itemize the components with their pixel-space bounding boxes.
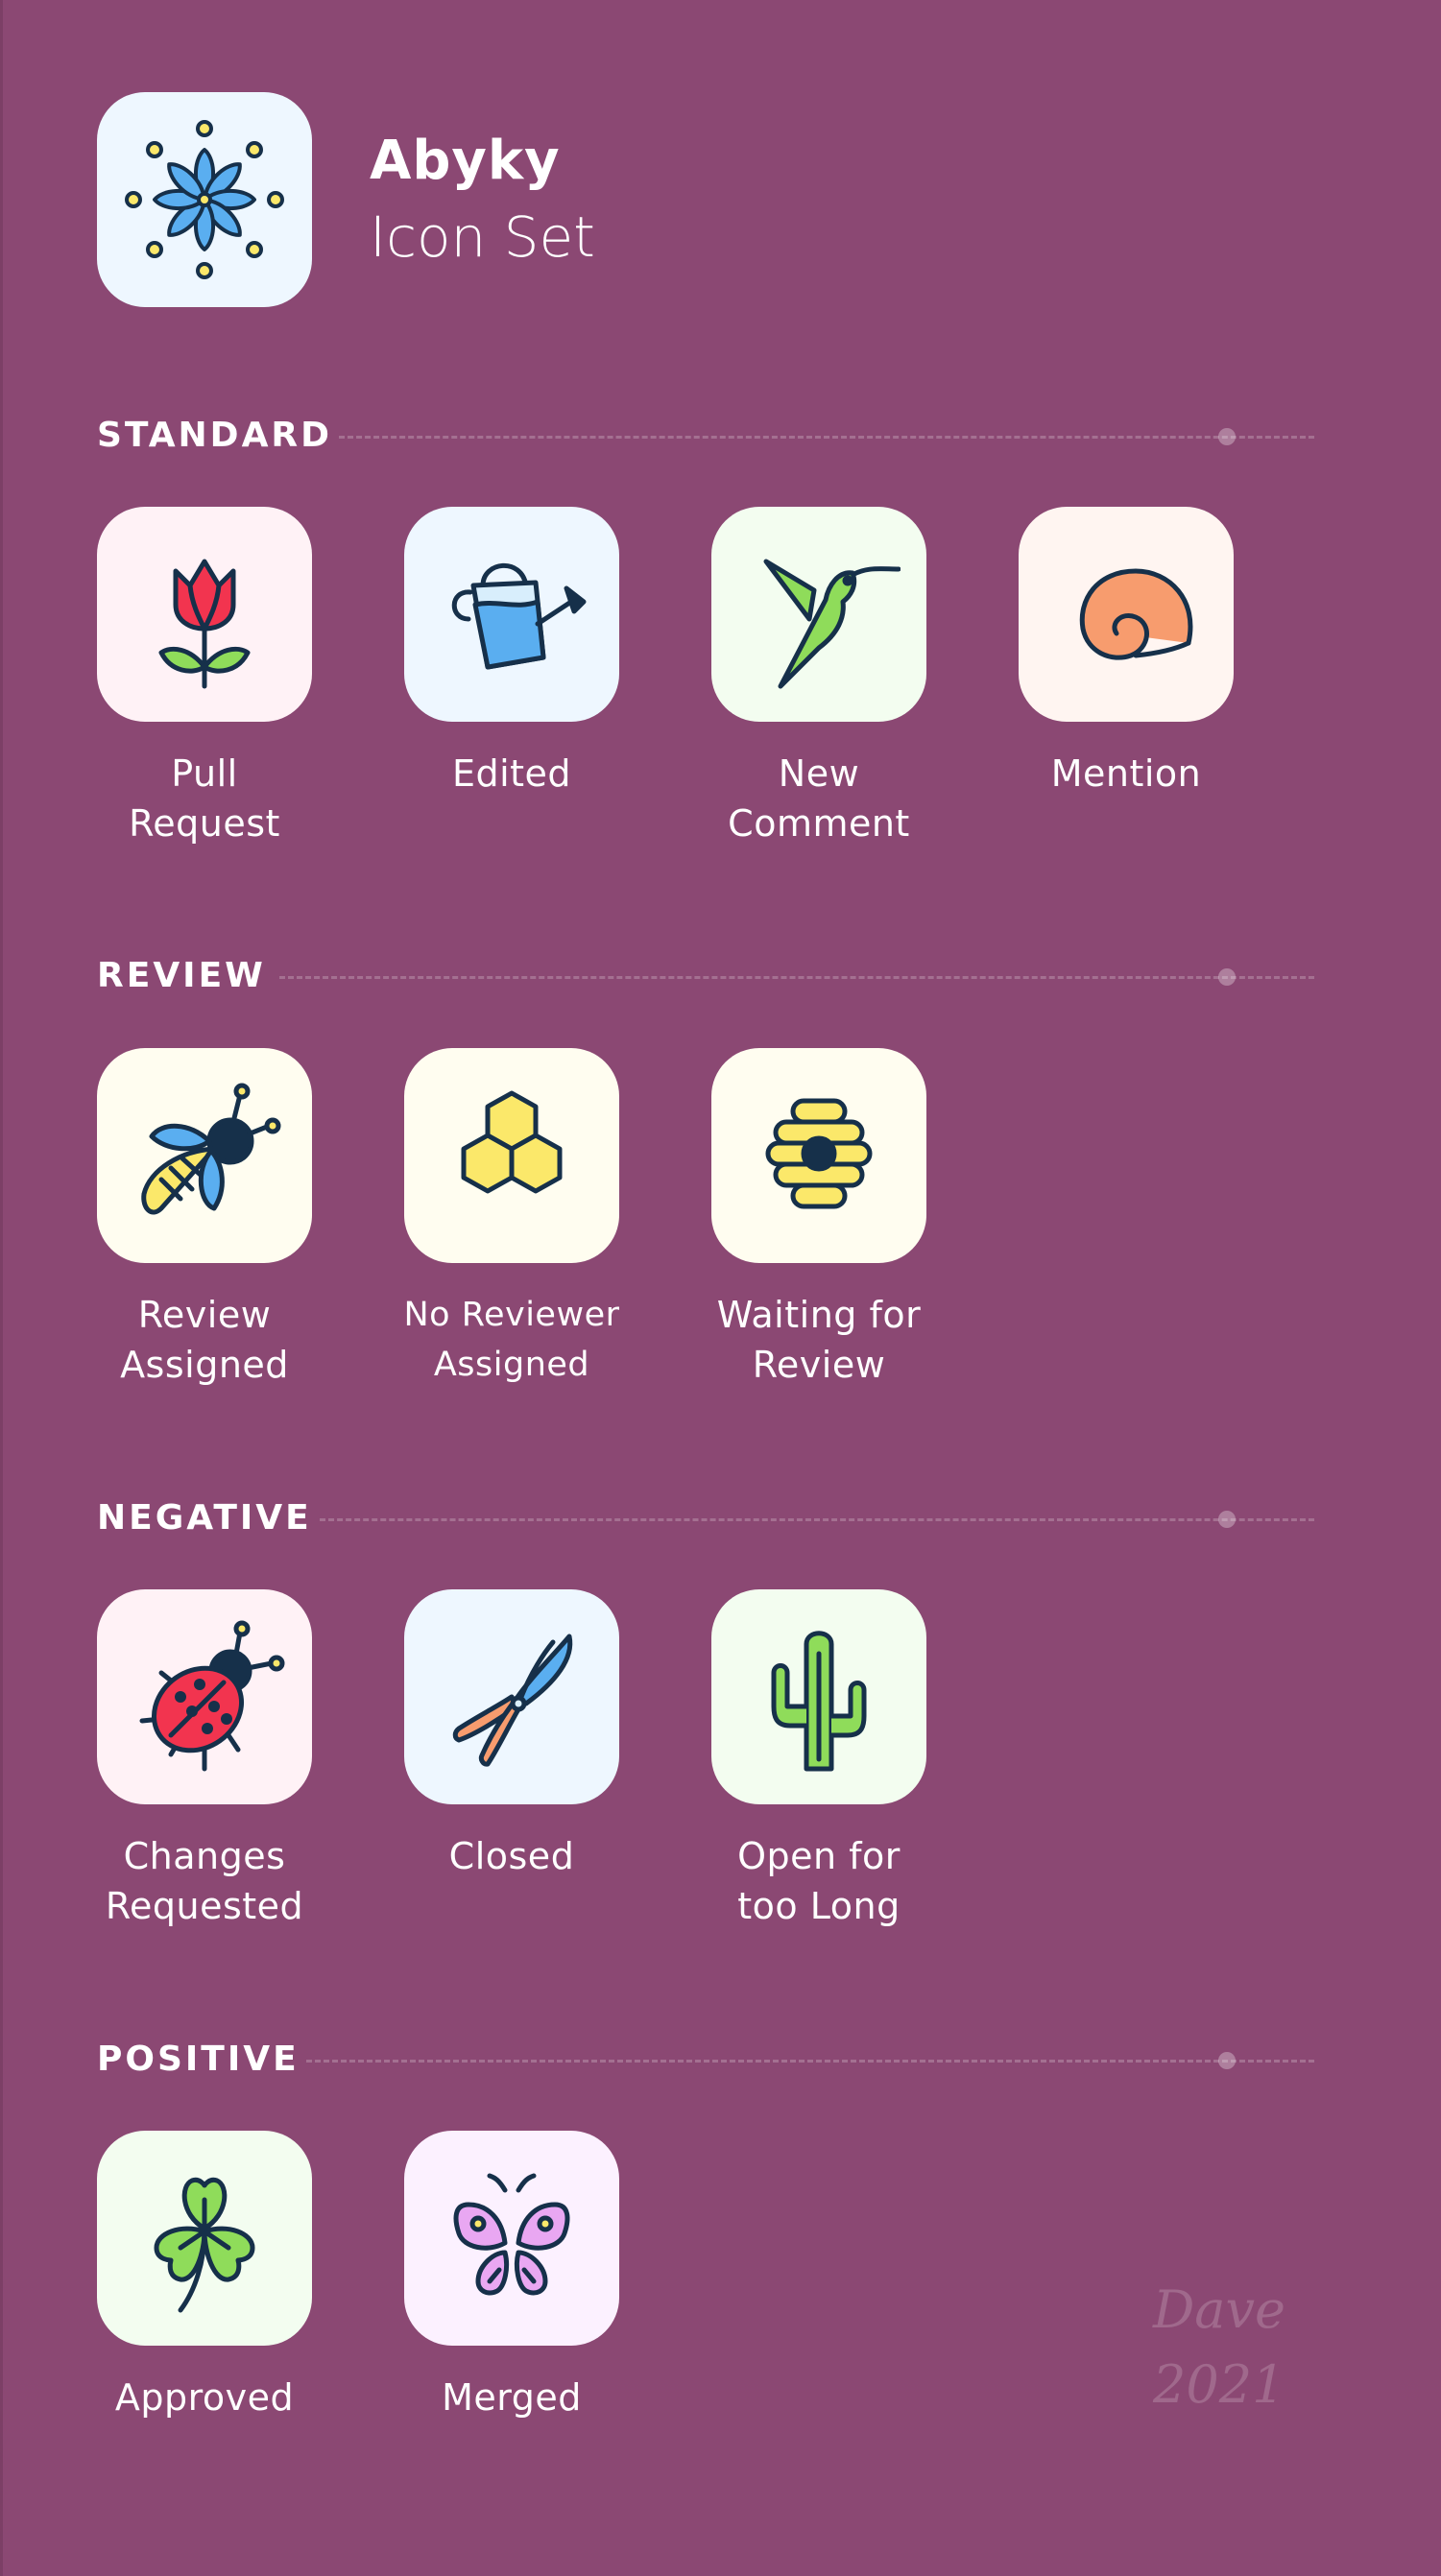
label-line: Merged — [442, 2376, 582, 2419]
signature-name: Dave — [1153, 2279, 1285, 2340]
label-line: Waiting for — [716, 1294, 922, 1336]
signature-year: 2021 — [1153, 2354, 1285, 2415]
section-header-positive: POSITIVE — [97, 2040, 1441, 2079]
tile-pull-request — [97, 507, 312, 722]
section-header-review: REVIEW — [97, 957, 1441, 995]
tile-no-reviewer — [404, 1048, 619, 1263]
section-header-negative: NEGATIVE — [97, 1499, 1441, 1538]
signature: Dave 2021 — [1153, 2273, 1285, 2422]
label-edited: Edited — [368, 749, 656, 799]
ladybug-icon — [139, 1620, 285, 1772]
tile-review-assigned — [97, 1048, 312, 1263]
section-divider — [339, 436, 1314, 439]
hummingbird-icon — [763, 559, 901, 689]
label-line: Open for — [737, 1835, 901, 1877]
divider-dot — [1218, 968, 1236, 986]
bee-icon — [141, 1083, 281, 1215]
tile-merged — [404, 2131, 619, 2346]
flower-icon — [125, 120, 284, 279]
label-line: Requested — [105, 1885, 304, 1927]
label-line: Approved — [114, 2376, 295, 2419]
tile-open-too-long — [711, 1589, 926, 1804]
app-subtitle: Icon Set — [370, 204, 595, 270]
label-line: Review — [137, 1294, 272, 1336]
section-divider — [320, 1518, 1314, 1521]
label-line: Changes — [123, 1835, 286, 1877]
label-line: Assigned — [433, 1346, 590, 1384]
label-merged: Merged — [368, 2373, 656, 2422]
label-open-too-long: Open for too Long — [675, 1831, 963, 1931]
label-no-reviewer: No Reviewer Assigned — [368, 1290, 656, 1390]
label-closed: Closed — [368, 1831, 656, 1881]
snail-shell-icon — [1079, 568, 1193, 660]
watering-can-icon — [451, 562, 587, 670]
label-line: too Long — [737, 1885, 901, 1927]
label-pull-request: Pull Request — [60, 749, 348, 848]
tile-edited — [404, 507, 619, 722]
label-line: New — [778, 752, 860, 795]
honeycomb-icon — [461, 1090, 563, 1194]
section-divider — [279, 976, 1314, 979]
tile-mention — [1019, 507, 1234, 722]
label-line: Pull — [171, 752, 238, 795]
label-changes-requested: Changes Requested — [60, 1831, 348, 1931]
label-approved: Approved — [60, 2373, 348, 2422]
section-title: REVIEW — [97, 956, 266, 995]
section-divider — [306, 2060, 1314, 2063]
app-icon-flower — [97, 92, 312, 307]
label-mention: Mention — [982, 749, 1270, 799]
butterfly-icon — [453, 2173, 570, 2296]
label-line: No Reviewer — [403, 1296, 620, 1334]
label-review-assigned: Review Assigned — [60, 1290, 348, 1390]
divider-dot — [1218, 428, 1236, 445]
label-line: Assigned — [120, 1344, 289, 1386]
label-line: Closed — [448, 1835, 575, 1877]
label-line: Edited — [451, 752, 572, 795]
tile-changes-requested — [97, 1589, 312, 1804]
tile-approved — [97, 2131, 312, 2346]
section-title: POSITIVE — [97, 2039, 300, 2079]
app-name: Abyky — [370, 130, 561, 192]
label-line: Request — [129, 802, 280, 845]
tile-new-comment — [711, 507, 926, 722]
divider-dot — [1218, 2052, 1236, 2069]
section-header-standard: STANDARD — [97, 417, 1441, 455]
section-title: NEGATIVE — [97, 1498, 312, 1538]
cactus-icon — [771, 1631, 867, 1772]
icon-set-poster: Abyky Icon Set STANDARD Pull Request Edi… — [0, 0, 1441, 2576]
label-line: Mention — [1050, 752, 1202, 795]
label-line: Review — [752, 1344, 886, 1386]
pruning-shears-icon — [452, 1634, 573, 1767]
section-title: STANDARD — [97, 416, 333, 455]
clover-icon — [154, 2177, 255, 2313]
label-waiting-review: Waiting for Review — [675, 1290, 963, 1390]
tulip-icon — [158, 559, 251, 689]
label-new-comment: New Comment — [675, 749, 963, 848]
tile-closed — [404, 1589, 619, 1804]
beehive-icon — [765, 1098, 873, 1209]
tile-waiting-review — [711, 1048, 926, 1263]
label-line: Comment — [728, 802, 910, 845]
divider-dot — [1218, 1511, 1236, 1528]
